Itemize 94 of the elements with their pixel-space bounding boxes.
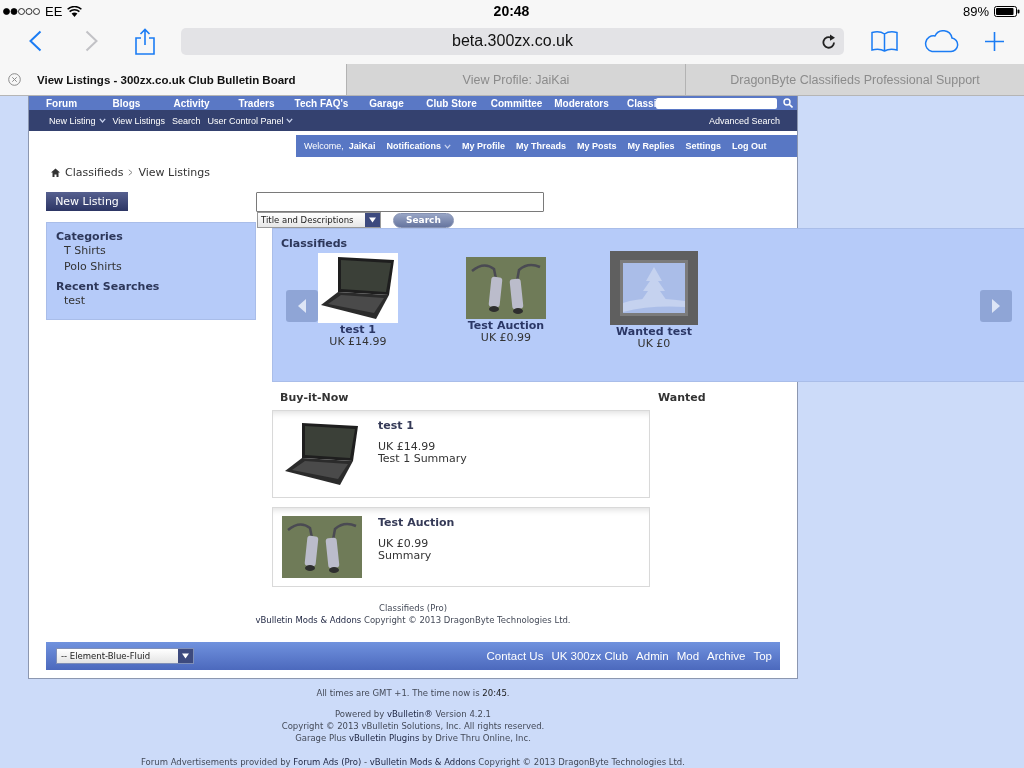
footer-text: Powered by vBulletin® Version 4.2.1	[334, 708, 492, 720]
listing-title[interactable]: Test Auction	[378, 516, 455, 530]
nav-link[interactable]: Classi	[614, 97, 657, 109]
nav-link[interactable]: Search	[171, 115, 201, 126]
item-price: UK £14.99	[329, 335, 387, 348]
battery-icon	[994, 5, 1020, 17]
next-button[interactable]	[980, 290, 1012, 322]
section-heading: Recent Searches	[56, 280, 160, 293]
carrier-name: EE	[45, 3, 63, 19]
user-link[interactable]: Log Out	[732, 141, 767, 151]
footer-link[interactable]: vBulletin Plugins	[348, 733, 420, 743]
user-link[interactable]: My Profile	[461, 141, 505, 151]
book-icon[interactable]	[871, 30, 898, 52]
user-link[interactable]: Notifications	[386, 141, 451, 151]
column-heading: Buy-it-Now	[279, 391, 350, 405]
sidebar-link[interactable]: T Shirts	[64, 243, 106, 259]
home-icon[interactable]	[51, 167, 60, 177]
previous-button[interactable]	[286, 290, 318, 322]
user-link[interactable]: My Threads	[515, 141, 566, 151]
item-title[interactable]: Test Auction	[467, 319, 545, 332]
url-field[interactable]: beta.300zx.co.uk	[181, 27, 844, 55]
nav-link[interactable]: Blogs	[94, 97, 159, 109]
footer-text: Copyright © 2013 vBulletin Solutions, Inc. All rights reserved.	[281, 720, 545, 732]
nav-link[interactable]: Tech FAQ's	[289, 97, 354, 109]
triangle-right-icon	[992, 299, 1000, 313]
style-select[interactable]: -- Element-Blue-Fluid	[56, 648, 194, 664]
cloud-icon[interactable]	[923, 29, 960, 53]
footer-link[interactable]: Archive	[707, 650, 746, 662]
footer-text: All times are GMT +1. The time now is 20:45.	[316, 687, 510, 699]
chevron-right-icon	[128, 168, 134, 176]
credit-text: Classifieds (Pro)	[379, 602, 447, 614]
footer-link[interactable]: Contact Us	[486, 650, 544, 662]
nav-link[interactable]: Traders	[224, 97, 289, 109]
credit-link[interactable]: vBulletin Mods & Addons	[255, 615, 362, 625]
section-heading: Categories	[56, 230, 123, 243]
footer-link[interactable]: Mod	[676, 650, 700, 662]
wifi-icon	[67, 5, 83, 17]
item-title[interactable]: Wanted test	[616, 325, 692, 338]
welcome-text: Welcome,	[304, 141, 344, 151]
new-listing-button[interactable]: New Listing	[46, 192, 128, 211]
triangle-left-icon	[298, 299, 306, 313]
status-time: 20:48	[493, 3, 530, 19]
panel-heading: Classifieds	[281, 237, 348, 251]
listing-card[interactable]: Test Auction UK £0.99 Summary	[272, 507, 650, 587]
item-price: UK £0.99	[480, 331, 532, 344]
listing-summary: Summary	[378, 550, 432, 562]
footer-text: Garage Plus vBulletin Plugins by Drive Thru Online, Inc.	[295, 732, 531, 744]
nav-link[interactable]: View Listings	[112, 115, 165, 126]
footer-link[interactable]: vBulletin®	[386, 709, 433, 719]
nav-link[interactable]: User Control Panel	[207, 115, 294, 126]
listing-price: UK £0.99	[378, 538, 429, 550]
signal-icon	[3, 7, 40, 15]
footer-link[interactable]: UK 300zx Club	[551, 650, 629, 662]
nav-link[interactable]: Moderators	[549, 97, 614, 109]
search-icon[interactable]	[783, 98, 794, 108]
plus-icon[interactable]	[984, 30, 1005, 52]
user-link[interactable]: My Posts	[576, 141, 617, 151]
breadcrumb-link[interactable]: Classifieds	[65, 165, 124, 179]
nav-link[interactable]: Club Store	[419, 97, 484, 109]
credit-text: vBulletin Mods & Addons Copyright © 2013 DragonByte Technologies Ltd.	[255, 614, 571, 626]
nav-link[interactable]: New Listing	[49, 115, 106, 126]
chevron-left-icon[interactable]	[29, 30, 42, 52]
listing-price: UK £14.99	[378, 441, 436, 453]
footer-link[interactable]: vBulletin Mods & Addons	[369, 757, 476, 767]
nav-link[interactable]: Advanced Search	[708, 115, 780, 126]
item-title[interactable]: test 1	[340, 323, 376, 336]
sidebar-link[interactable]: Polo Shirts	[64, 259, 122, 275]
user-link[interactable]: Settings	[685, 141, 721, 151]
user-link[interactable]: My Replies	[627, 141, 675, 151]
battery-percent: 89%	[962, 3, 989, 19]
search-field[interactable]	[656, 97, 778, 109]
caret-down-icon	[365, 213, 380, 227]
footer-link[interactable]: Admin	[636, 650, 669, 662]
username-link[interactable]: JaiKai	[348, 141, 376, 151]
listing-title[interactable]: test 1	[378, 419, 414, 433]
column-heading: Wanted	[657, 391, 706, 405]
scope-select[interactable]: Title and Descriptions	[257, 212, 381, 228]
listing-card[interactable]: test 1 UK £14.99 Test 1 Summary	[272, 410, 650, 498]
nav-link[interactable]: Forum	[29, 97, 94, 109]
footer-link[interactable]: Top	[753, 650, 772, 662]
nav-link[interactable]: Committee	[484, 97, 549, 109]
nav-link[interactable]: Garage	[354, 97, 419, 109]
share-icon[interactable]	[134, 27, 156, 55]
listing-summary: Test 1 Summary	[378, 453, 467, 465]
footer-text: Forum Advertisements provided by Forum Ads (Pro) - vBulletin Mods & Addons Copyright © 2013 DragonByte Technologies Ltd.	[141, 756, 685, 768]
footer-link[interactable]: Forum Ads (Pro)	[293, 757, 362, 767]
breadcrumb-link[interactable]: View Listings	[138, 165, 210, 179]
item-price: UK £0	[637, 337, 671, 350]
caret-down-icon	[178, 649, 193, 663]
search-field[interactable]	[256, 192, 544, 212]
close-icon[interactable]	[8, 73, 21, 86]
reload-icon[interactable]	[822, 33, 836, 49]
nav-link[interactable]: Activity	[159, 97, 224, 109]
sidebar-link[interactable]: test	[64, 293, 86, 309]
